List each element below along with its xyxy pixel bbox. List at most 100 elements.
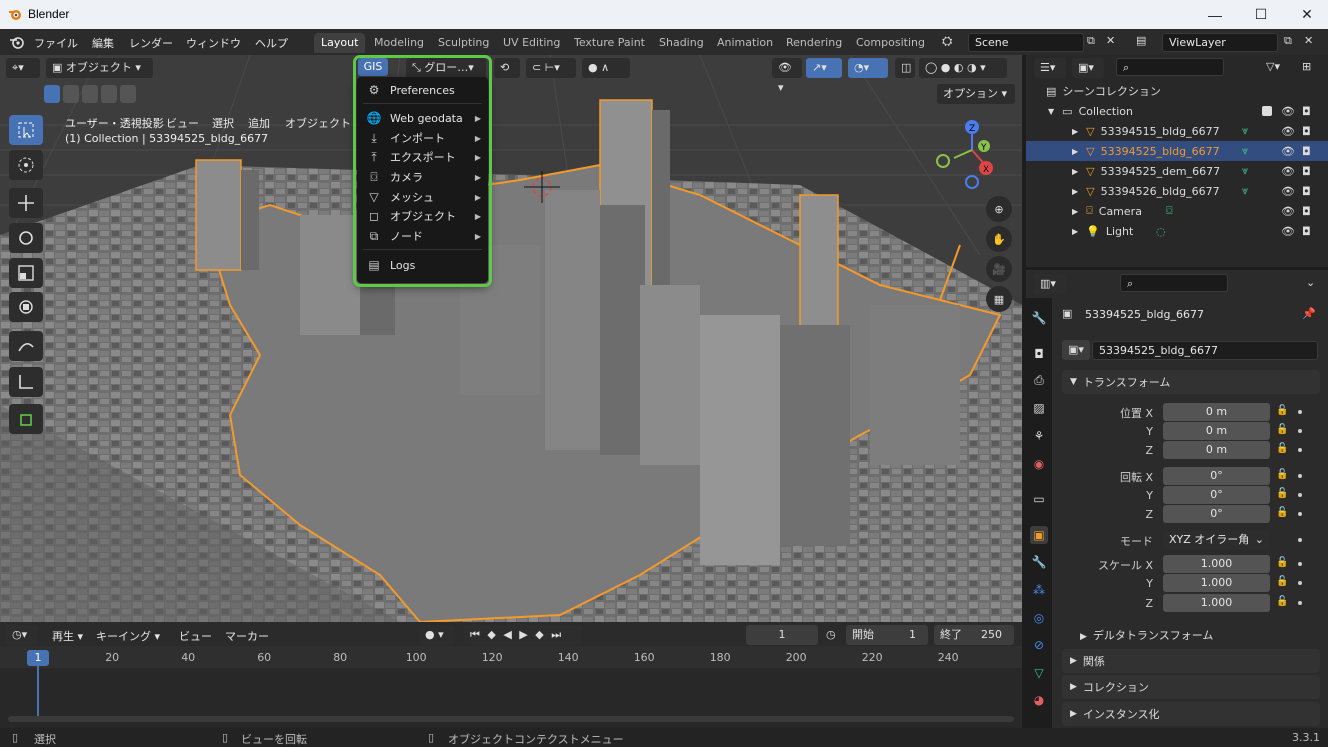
perspective-toggle-icon[interactable]: ▦ (986, 286, 1012, 312)
menu-select[interactable]: 選択 (212, 115, 234, 131)
properties-editor-icon[interactable]: ▥▾ (1034, 274, 1066, 294)
outliner-search-input[interactable]: ⌕ (1116, 58, 1224, 76)
view-layer-icon[interactable]: ▤ (1136, 34, 1146, 47)
rotate-tool-icon[interactable] (9, 223, 43, 253)
lock-icon[interactable]: 🔓 (1276, 469, 1288, 480)
scene-tab-icon[interactable]: ⚘ (1030, 427, 1048, 445)
rotation-mode-dropdown[interactable]: XYZ オイラー角 ⌄ (1163, 531, 1270, 549)
current-frame-field[interactable]: 1 (746, 625, 818, 645)
start-frame-field[interactable]: 開始 1 (846, 625, 928, 645)
outliner-item-selected[interactable]: ▶ ▽ 53394525_bldg_6677 ⩔ 👁 ◘ (1026, 141, 1328, 161)
lock-icon[interactable]: 🔓 (1276, 557, 1288, 568)
eye-icon[interactable]: 👁 (1281, 105, 1295, 118)
new-collection-icon[interactable]: ⊞ (1302, 60, 1311, 73)
object-tab-icon[interactable]: ▣ (1030, 526, 1048, 544)
select-intersect-icon[interactable] (120, 85, 136, 103)
move-tool-icon[interactable] (9, 188, 43, 218)
mode-dropdown[interactable]: ▣ オブジェクト ▾ (46, 58, 153, 78)
scene-icon[interactable]: ⛭ (942, 34, 952, 49)
transform-section-header[interactable]: ▼ トランスフォーム (1062, 370, 1320, 394)
keyframe-dot-icon[interactable] (1298, 601, 1302, 605)
keyframe-dot-icon[interactable] (1298, 562, 1302, 566)
render-camera-icon[interactable]: ◘ (1302, 165, 1311, 178)
eye-icon[interactable]: 👁 (1281, 185, 1295, 198)
object-type-dropdown[interactable]: ▣▾ (1062, 340, 1090, 360)
tab-texture-paint[interactable]: Texture Paint (567, 33, 652, 53)
instancing-section-header[interactable]: ▶ インスタンス化 (1062, 702, 1320, 726)
timeline-editor-icon[interactable]: ◷▾ (6, 625, 38, 645)
keyframe-dot-icon[interactable] (1298, 538, 1302, 542)
world-tab-icon[interactable]: ◉ (1030, 455, 1048, 473)
marker-menu[interactable]: マーカー (225, 628, 269, 644)
xray-icon[interactable]: ◫ (895, 58, 915, 78)
location-x-field[interactable]: 0 m (1163, 403, 1270, 421)
camera-view-icon[interactable]: 🎥 (986, 256, 1012, 282)
menu-render[interactable]: レンダー (129, 35, 173, 51)
properties-search-input[interactable]: ⌕ (1120, 274, 1228, 292)
transform-tool-icon[interactable] (9, 292, 43, 322)
menu-window[interactable]: ウィンドウ (186, 35, 241, 51)
keyframe-dot-icon[interactable] (1298, 410, 1302, 414)
editor-type-button[interactable]: ⌖▾ (6, 58, 40, 78)
menu-help[interactable]: ヘルプ (255, 35, 288, 51)
record-icon[interactable]: ● ▾ (419, 625, 455, 645)
navigation-gizmo[interactable]: Z X Y (930, 118, 1010, 190)
render-camera-icon[interactable]: ◘ (1302, 225, 1311, 238)
rotation-z-field[interactable]: 0° (1163, 505, 1270, 523)
material-tab-icon[interactable]: ◕ (1030, 691, 1048, 709)
keyframe-dot-icon[interactable] (1298, 429, 1302, 433)
location-y-field[interactable]: 0 m (1163, 422, 1270, 440)
eye-icon[interactable]: 👁 (1281, 205, 1295, 218)
scale-tool-icon[interactable] (9, 258, 43, 288)
tab-rendering[interactable]: Rendering (779, 33, 849, 53)
menu-object[interactable]: オブジェクト (285, 115, 351, 131)
scene-field[interactable]: Scene (968, 33, 1084, 52)
view-layer-field[interactable]: ViewLayer (1162, 33, 1278, 52)
keyframe-dot-icon[interactable] (1298, 512, 1302, 516)
lock-icon[interactable]: 🔓 (1276, 424, 1288, 435)
proportional-edit-icon[interactable]: ● ∧ (582, 58, 630, 78)
select-new-icon[interactable] (44, 85, 60, 103)
lock-icon[interactable]: 🔓 (1276, 488, 1288, 499)
add-cube-tool-icon[interactable] (9, 404, 43, 434)
eye-icon[interactable]: 👁 (1281, 225, 1295, 238)
object-name-field[interactable]: 53394525_bldg_6677 (1092, 341, 1318, 360)
select-invert-icon[interactable] (101, 85, 117, 103)
select-subtract-icon[interactable] (82, 85, 98, 103)
data-tab-icon[interactable]: ▽ (1030, 664, 1048, 682)
select-mode-buttons[interactable] (44, 85, 136, 103)
location-z-field[interactable]: 0 m (1163, 441, 1270, 459)
eye-icon[interactable]: 👁 (1281, 125, 1295, 138)
tab-shading[interactable]: Shading (652, 33, 711, 53)
select-box-tool-icon[interactable] (9, 115, 43, 145)
gizmo-toggle-icon[interactable]: ↗▾ (806, 58, 842, 78)
minimize-button[interactable]: — (1192, 0, 1238, 29)
timeline-view-menu[interactable]: ビュー (179, 628, 212, 644)
end-frame-field[interactable]: 終了 250 (934, 625, 1014, 645)
cursor-tool-icon[interactable] (9, 150, 43, 180)
lock-icon[interactable]: 🔓 (1276, 576, 1288, 587)
render-camera-icon[interactable]: ◘ (1302, 185, 1311, 198)
scale-x-field[interactable]: 1.000 (1163, 555, 1270, 573)
modifier-tab-icon[interactable]: 🔧 (1030, 553, 1048, 571)
tab-uv-editing[interactable]: UV Editing (496, 33, 567, 53)
new-view-layer-icon[interactable]: ⧉ (1284, 34, 1292, 48)
timeline-scrollbar[interactable] (8, 716, 1014, 722)
display-mode-icon[interactable]: ▣▾ (1072, 58, 1104, 78)
render-camera-icon[interactable]: ◘ (1302, 125, 1311, 138)
collections-section-header[interactable]: ▶ コレクション (1062, 675, 1320, 699)
select-extend-icon[interactable] (63, 85, 79, 103)
properties-options-icon[interactable]: ⌄ (1306, 276, 1315, 289)
timeline-area[interactable]: 20 40 60 80 100 120 140 160 180 200 220 240 1 (0, 646, 1022, 728)
render-camera-icon[interactable]: ◘ (1302, 105, 1311, 118)
keyframe-dot-icon[interactable] (1298, 448, 1302, 452)
tab-layout[interactable]: Layout (314, 33, 366, 53)
new-scene-icon[interactable]: ⧉ (1087, 34, 1095, 48)
pivot-icon[interactable]: ⟲ (494, 58, 520, 78)
delete-view-layer-icon[interactable]: ✕ (1304, 34, 1313, 47)
lock-icon[interactable]: 🔓 (1276, 405, 1288, 416)
lock-icon[interactable]: 🔓 (1276, 507, 1288, 518)
view-layer-tab-icon[interactable]: ▨ (1030, 399, 1048, 417)
relations-section-header[interactable]: ▶ 関係 (1062, 649, 1320, 673)
menu-file[interactable]: ファイル (34, 35, 78, 51)
